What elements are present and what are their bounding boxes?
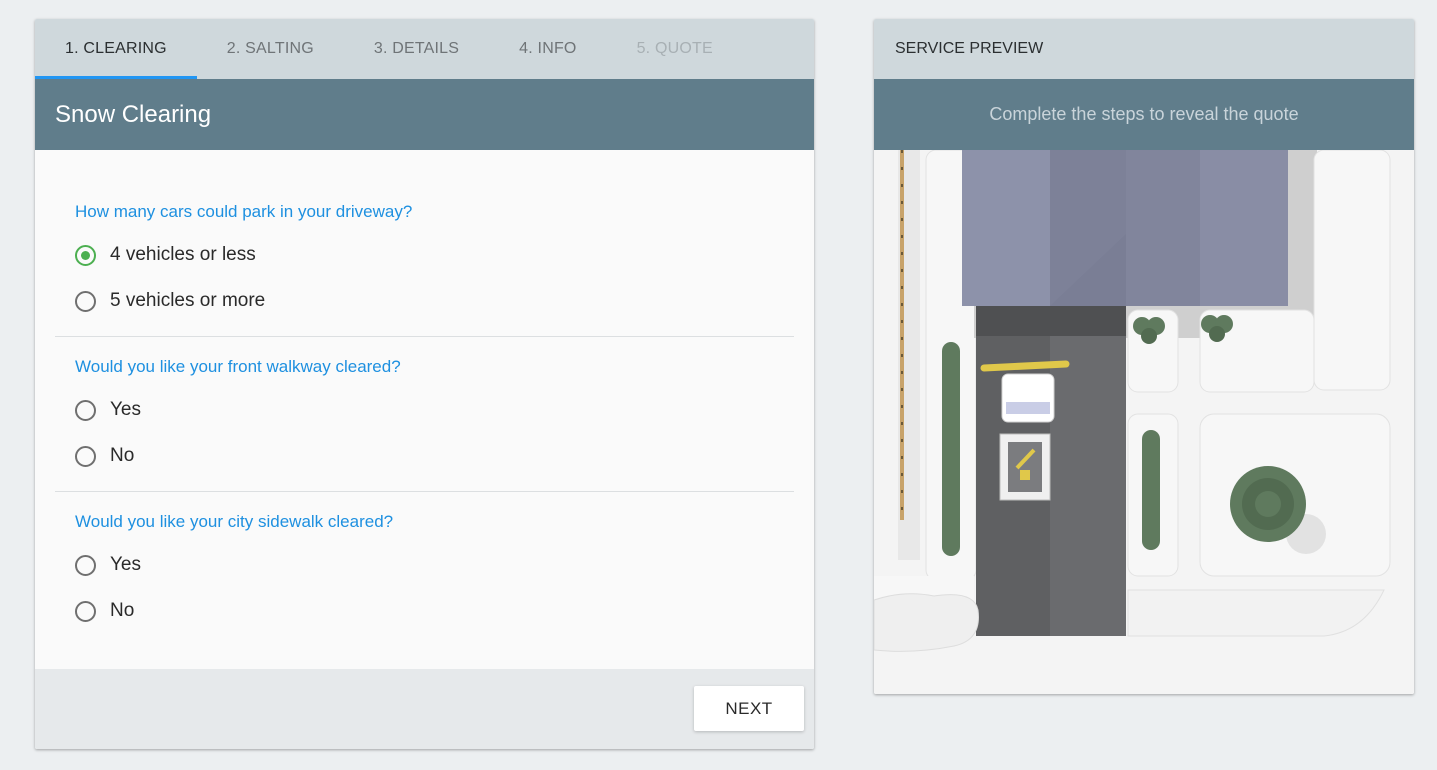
house-driveway-illustration — [874, 150, 1414, 694]
quote-form-card: 1. CLEARING 2. SALTING 3. DETAILS 4. INF… — [35, 19, 814, 749]
option-sidewalk-no[interactable]: No — [75, 588, 774, 634]
option-walkway-no[interactable]: No — [75, 433, 774, 479]
preview-header: SERVICE PREVIEW — [874, 19, 1414, 79]
question-front-walkway: Would you like your front walkway cleare… — [55, 337, 794, 492]
form-footer: NEXT — [35, 669, 814, 749]
option-label: Yes — [110, 554, 141, 575]
radio-button[interactable] — [75, 554, 96, 576]
service-preview-card: SERVICE PREVIEW Complete the steps to re… — [874, 19, 1414, 694]
step-tabs: 1. CLEARING 2. SALTING 3. DETAILS 4. INF… — [35, 19, 814, 79]
tab-info[interactable]: 4. INFO — [489, 19, 606, 79]
questions-list: How many cars could park in your drivewa… — [35, 150, 814, 638]
preview-title: SERVICE PREVIEW — [895, 40, 1044, 57]
option-label: 4 vehicles or less — [110, 244, 256, 265]
radio-button[interactable] — [75, 399, 96, 421]
option-label: Yes — [110, 399, 141, 420]
form-banner: Snow Clearing — [35, 79, 814, 150]
next-button[interactable]: NEXT — [694, 686, 804, 731]
question-city-sidewalk: Would you like your city sidewalk cleare… — [55, 492, 794, 646]
tab-salting[interactable]: 2. SALTING — [197, 19, 344, 79]
option-4-vehicles-or-less[interactable]: 4 vehicles or less — [75, 232, 774, 278]
question-title: Would you like your front walkway cleare… — [75, 357, 401, 376]
option-label: No — [110, 445, 135, 466]
question-title: How many cars could park in your drivewa… — [75, 202, 413, 221]
radio-button[interactable] — [75, 600, 96, 622]
option-label: No — [110, 600, 135, 621]
radio-button[interactable] — [75, 290, 96, 312]
question-driveway-size: How many cars could park in your drivewa… — [55, 182, 794, 337]
radio-button[interactable] — [75, 445, 96, 467]
form-title: Snow Clearing — [55, 100, 212, 128]
radio-button-checked[interactable] — [75, 244, 96, 266]
tab-details[interactable]: 3. DETAILS — [344, 19, 489, 79]
question-title: Would you like your city sidewalk cleare… — [75, 512, 394, 531]
preview-message: Complete the steps to reveal the quote — [874, 79, 1414, 150]
tab-clearing[interactable]: 1. CLEARING — [35, 19, 197, 79]
option-label: 5 vehicles or more — [110, 290, 266, 311]
option-walkway-yes[interactable]: Yes — [75, 387, 774, 433]
option-sidewalk-yes[interactable]: Yes — [75, 542, 774, 588]
option-5-vehicles-or-more[interactable]: 5 vehicles or more — [75, 278, 774, 324]
tab-quote: 5. QUOTE — [636, 40, 713, 57]
